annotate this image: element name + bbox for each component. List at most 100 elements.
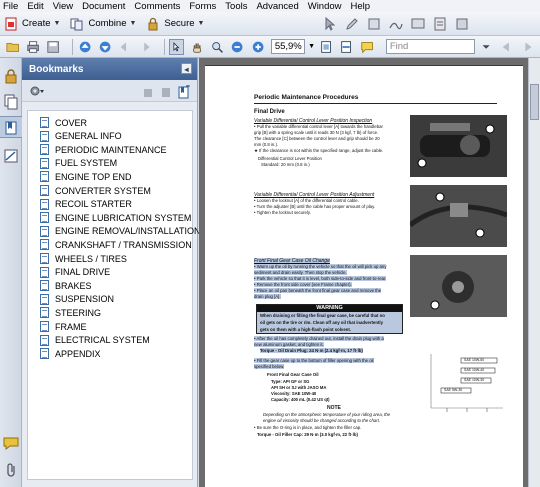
spec-label: Differential Control Lever Position [258,156,322,161]
text-line: The clearance [C] between the control le… [254,136,380,141]
find-input[interactable]: Find [385,39,476,54]
bookmark-item[interactable]: ENGINE LUBRICATION SYSTEM [40,212,191,224]
more-tools-icon[interactable] [454,16,470,32]
bookmark-item[interactable]: STEERING [40,307,101,319]
bookmark-item[interactable]: SUSPENSION [40,293,115,305]
signatures-icon[interactable] [3,148,19,164]
bookmark-item[interactable]: ENGINE TOP END [40,171,132,183]
photo-control-lever [410,115,507,177]
note-icon[interactable] [366,16,382,32]
menu-forms[interactable]: Forms [189,1,216,12]
bookmark-item[interactable]: PERIODIC MAINTENANCE [40,144,167,156]
print-icon[interactable] [26,39,40,55]
photo-differential-cable [410,185,507,247]
review-icon[interactable] [410,16,426,32]
vertical-scrollbar[interactable] [528,58,540,487]
pages-icon[interactable] [3,94,19,110]
bookmark-item[interactable]: ENGINE REMOVAL/INSTALLATION [40,225,201,237]
menu-view[interactable]: View [53,1,73,12]
pencil-icon[interactable] [344,16,360,32]
menu-comments[interactable]: Comments [134,1,180,12]
bookmark-item[interactable]: GENERAL INFO [40,130,122,142]
menu-document[interactable]: Document [82,1,125,12]
lock-icon[interactable] [3,68,19,84]
comment-tools [322,16,476,32]
bookmark-label: PERIODIC MAINTENANCE [55,144,167,155]
hand-tool-icon[interactable] [190,39,204,55]
secure-button[interactable]: Secure ▼ [146,17,204,31]
bookmark-page-icon [40,239,49,251]
save-icon[interactable] [46,39,60,55]
text-line: mm (0.8 in.). [254,142,279,147]
menu-advanced[interactable]: Advanced [256,1,298,12]
document-viewer[interactable]: Periodic Maintenance Procedures Final Dr… [199,58,528,487]
bookmarks-rail-tab[interactable] [0,116,22,138]
sticky-note-icon[interactable] [360,39,374,55]
text-line: engine oil viscosity should be changed a… [263,418,381,423]
menu-window[interactable]: Window [308,1,342,12]
bookmark-item[interactable]: COVER [40,117,87,128]
text-line: • Pull the variable differential control… [254,124,383,129]
bookmark-label: WHEELS / TIRES [55,253,127,264]
new-bookmark-icon[interactable] [177,85,191,99]
bookmark-page-icon [40,198,49,210]
bookmark-label: ENGINE REMOVAL/INSTALLATION [55,226,201,237]
bookmark-item[interactable]: CONVERTER SYSTEM [40,185,151,196]
menu-edit[interactable]: Edit [27,1,43,12]
header-rule [254,103,497,104]
menu-tools[interactable]: Tools [225,1,247,12]
bookmark-item[interactable]: FRAME [40,321,87,332]
previous-page-icon[interactable] [78,39,92,55]
menu-file[interactable]: File [3,1,18,12]
bookmark-icon [5,121,17,135]
new-bookmark-grey-icon[interactable] [160,86,172,98]
select-text-icon[interactable] [169,38,184,55]
pointer-icon[interactable] [322,16,338,32]
bookmark-item[interactable]: FINAL DRIVE [40,266,110,278]
page-header: Periodic Maintenance Procedures [254,94,359,101]
fit-width-icon[interactable] [339,39,353,55]
marquee-zoom-icon[interactable] [210,39,224,55]
text-line: • Fill the gear case up to the bottom of… [254,358,374,363]
zoom-out-icon[interactable] [230,39,244,55]
bookmark-label: SUSPENSION [55,294,115,305]
find-options-icon[interactable] [479,39,493,55]
chart-label-1: SAE 10W-50 [464,358,485,362]
menu-help[interactable]: Help [351,1,371,12]
sign-icon[interactable] [388,16,404,32]
open-folder-icon[interactable] [6,39,20,55]
zoom-chevron-down-icon[interactable]: ▼ [308,43,315,50]
bookmark-item[interactable]: WHEELS / TIRES [40,253,127,264]
search-next-icon[interactable] [520,39,534,55]
paperclip-icon[interactable] [3,462,19,478]
bookmark-item[interactable]: APPENDIX [40,348,101,360]
bookmark-item[interactable]: FUEL SYSTEM [40,157,117,169]
zoom-in-icon[interactable] [251,39,265,55]
comment-bubble-icon[interactable] [3,435,19,451]
options-gear-icon[interactable] [29,84,45,98]
text-line: ★ If the clearance is not within the spe… [254,148,384,153]
fit-page-icon[interactable] [319,39,333,55]
text-line: Depending on the atmospheric temperature… [263,412,391,417]
forward-arrow-icon[interactable] [138,39,152,55]
bookmark-item[interactable]: RECOIL STARTER [40,198,132,210]
bookmark-item[interactable]: ELECTRICAL SYSTEM [40,334,150,346]
scrollbar-thumb[interactable] [530,84,539,120]
bookmark-item[interactable]: CRANKSHAFT / TRANSMISSION [40,239,192,251]
search-previous-icon[interactable] [500,39,514,55]
back-arrow-icon[interactable] [118,39,132,55]
text-line: grip [B] with a spring scale until it re… [254,130,379,135]
zoom-input[interactable]: 55,9% [270,39,306,54]
oil-spec-title: Front Final Gear Case Oil [267,372,319,377]
bookmark-page-icon [40,144,49,156]
delete-bookmark-icon[interactable] [142,86,154,98]
bookmark-page-icon [40,266,49,278]
bookmark-page-icon [40,307,49,319]
collapse-panel-icon[interactable]: ◂ [181,63,192,74]
combine-button[interactable]: Combine ▼ [70,17,136,31]
next-page-icon[interactable] [98,39,112,55]
create-button[interactable]: Create ▼ [4,17,60,31]
form-icon[interactable] [432,16,448,32]
bookmark-label: GENERAL INFO [55,131,122,142]
bookmark-item[interactable]: BRAKES [40,280,92,292]
